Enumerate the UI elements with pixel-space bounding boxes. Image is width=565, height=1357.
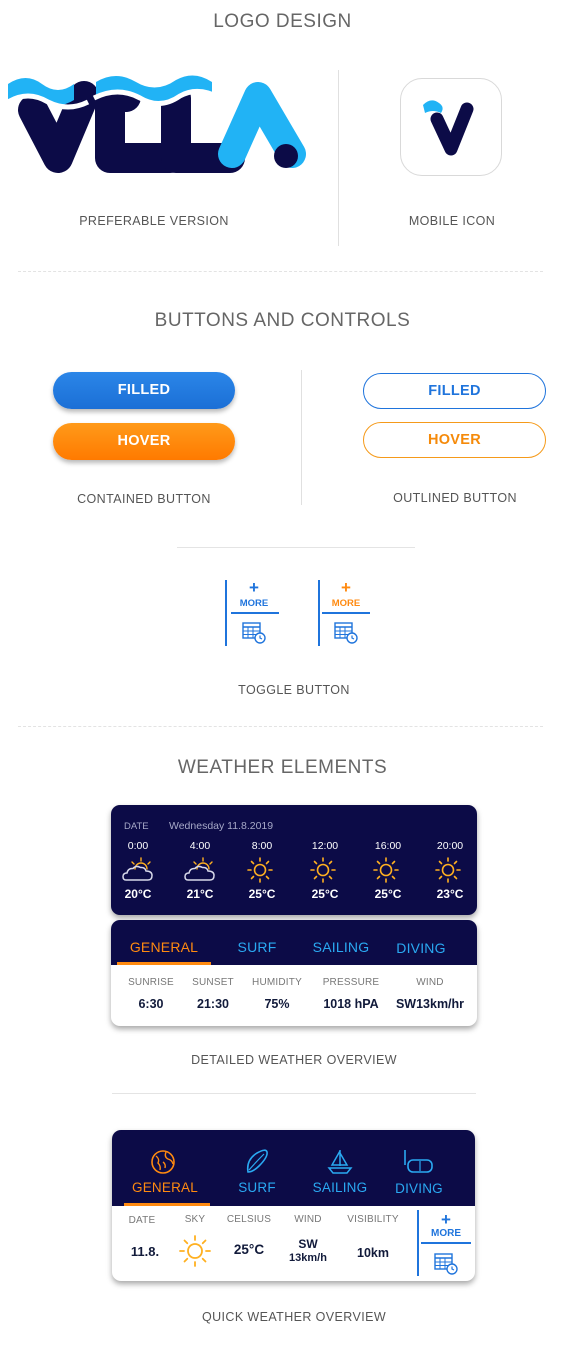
celsius-value: 25°C: [233, 1242, 265, 1257]
calendar-clock-icon: [242, 622, 266, 644]
sun-icon: [245, 856, 275, 889]
stat-value: 6:30: [138, 997, 164, 1011]
vela-logo: [6, 72, 308, 180]
date-value: 11.8.: [130, 1244, 160, 1259]
outlined-filled-button[interactable]: FILLED: [363, 373, 546, 409]
date-label: DATE: [124, 821, 149, 832]
plus-icon: +: [249, 578, 259, 597]
hour-time: 4:00: [189, 840, 211, 852]
quick-weather-caption: QUICK WEATHER OVERVIEW: [201, 1310, 387, 1324]
hour-time: 12:00: [311, 840, 339, 852]
quick-weather-card: GENERAL SURF SAILING DIVING DATE 11.8. S…: [112, 1130, 475, 1281]
sky-label: SKY: [184, 1214, 206, 1225]
detailed-stats-card: GENERAL SURF SAILING DIVING SUNRISE 6:30 S…: [111, 920, 477, 1026]
hour-temperature: 25°C: [248, 887, 276, 901]
logo-divider: [338, 70, 339, 246]
section-divider: [18, 271, 543, 272]
more-toggle-button[interactable]: + MORE: [421, 1210, 473, 1276]
hourly-forecast-card: DATE Wednesday 11.8.2019 0:00 20°C 4:00 21°…: [111, 805, 477, 915]
quick-tab-general[interactable]: GENERAL: [122, 1180, 208, 1195]
toggle-left-bar: [318, 580, 320, 646]
date-value: Wednesday 11.8.2019: [169, 820, 274, 832]
quick-tab-sailing[interactable]: SAILING: [302, 1180, 378, 1195]
logo-section-title: LOGO DESIGN: [213, 11, 352, 32]
stat-label: HUMIDITY: [252, 977, 302, 988]
stat-value: SW13km/hr: [395, 997, 465, 1011]
diving-mask-icon: [404, 1150, 433, 1173]
hour-temperature: 21°C: [186, 887, 214, 901]
calendar-clock-icon: [334, 622, 358, 644]
hour-time: 20:00: [436, 840, 464, 852]
stat-label: SUNSET: [192, 977, 234, 988]
contained-hover-button[interactable]: HOVER: [53, 423, 235, 460]
sun-icon: [179, 1235, 211, 1267]
wind-speed: 13km/h: [289, 1252, 327, 1264]
stat-label: PRESSURE: [322, 977, 380, 988]
outlined-button-caption: OUTLINED BUTTON: [393, 491, 517, 505]
mobile-app-icon: [400, 78, 502, 176]
toggle-divider: [177, 547, 415, 548]
sun-icon: [308, 856, 338, 889]
toggle-underline: [322, 612, 370, 614]
toggle-button-caption: TOGGLE BUTTON: [238, 683, 350, 697]
quick-tab-diving[interactable]: DIVING: [384, 1181, 454, 1196]
hour-temperature: 25°C: [311, 887, 339, 901]
plus-icon: +: [341, 578, 351, 597]
surfboard-icon: [246, 1149, 268, 1173]
hour-time: 8:00: [251, 840, 273, 852]
weather-section-title: WEATHER ELEMENTS: [177, 757, 388, 778]
partly-cloudy-icon: [183, 856, 217, 889]
tab-surf[interactable]: SURF: [217, 939, 297, 955]
stat-label: WIND: [416, 977, 444, 988]
quick-tab-surf[interactable]: SURF: [222, 1180, 292, 1195]
sun-icon: [371, 856, 401, 889]
preferable-version-caption: PREFERABLE VERSION: [79, 214, 229, 228]
wind-direction: SW: [298, 1237, 318, 1251]
mobile-icon-caption: MOBILE ICON: [408, 214, 496, 228]
buttons-section-title: BUTTONS AND CONTROLS: [154, 310, 411, 331]
stat-value: 75%: [264, 997, 290, 1011]
hour-temperature: 20°C: [124, 887, 152, 901]
visibility-label: VISIBILITY: [347, 1214, 399, 1225]
calendar-clock-icon: [434, 1253, 458, 1275]
more-underline: [421, 1242, 471, 1244]
toggle-button-orange[interactable]: + MORE: [318, 578, 374, 646]
date-label: DATE: [128, 1215, 156, 1226]
toggle-more-label: MORE: [331, 598, 361, 609]
globe-icon: [151, 1150, 175, 1174]
celsius-label: CELSIUS: [226, 1214, 272, 1225]
toggle-underline: [231, 612, 279, 614]
contained-button-caption: CONTAINED BUTTON: [77, 492, 211, 506]
buttons-divider: [301, 370, 302, 505]
toggle-more-label: MORE: [239, 598, 269, 609]
detailed-weather-caption: DETAILED WEATHER OVERVIEW: [191, 1053, 397, 1067]
active-tab-indicator: [117, 962, 211, 965]
wind-label: WIND: [294, 1214, 322, 1225]
partly-cloudy-icon: [121, 856, 155, 889]
contained-filled-button[interactable]: FILLED: [53, 372, 235, 409]
hour-temperature: 23°C: [436, 887, 464, 901]
hour-time: 0:00: [127, 840, 149, 852]
more-label: MORE: [431, 1228, 461, 1239]
hour-time: 16:00: [374, 840, 402, 852]
tab-sailing[interactable]: SAILING: [301, 939, 381, 955]
tab-diving[interactable]: DIVING: [381, 940, 461, 956]
hour-temperature: 25°C: [374, 887, 402, 901]
tab-general[interactable]: GENERAL: [117, 939, 211, 955]
stat-value: 1018 hPA: [323, 997, 379, 1011]
stat-value: 21:30: [197, 997, 229, 1011]
weather-divider: [112, 1093, 476, 1094]
visibility-value: 10km: [357, 1246, 389, 1260]
toggle-left-bar: [225, 580, 227, 646]
outlined-hover-button[interactable]: HOVER: [363, 422, 546, 458]
active-tab-indicator: [124, 1203, 210, 1206]
more-divider: [417, 1210, 419, 1276]
sailboat-icon: [327, 1150, 353, 1174]
plus-icon: +: [441, 1210, 451, 1229]
section-divider: [18, 726, 543, 727]
toggle-button-blue[interactable]: + MORE: [225, 578, 281, 646]
sun-icon: [433, 856, 463, 889]
stat-label: SUNRISE: [128, 977, 174, 988]
